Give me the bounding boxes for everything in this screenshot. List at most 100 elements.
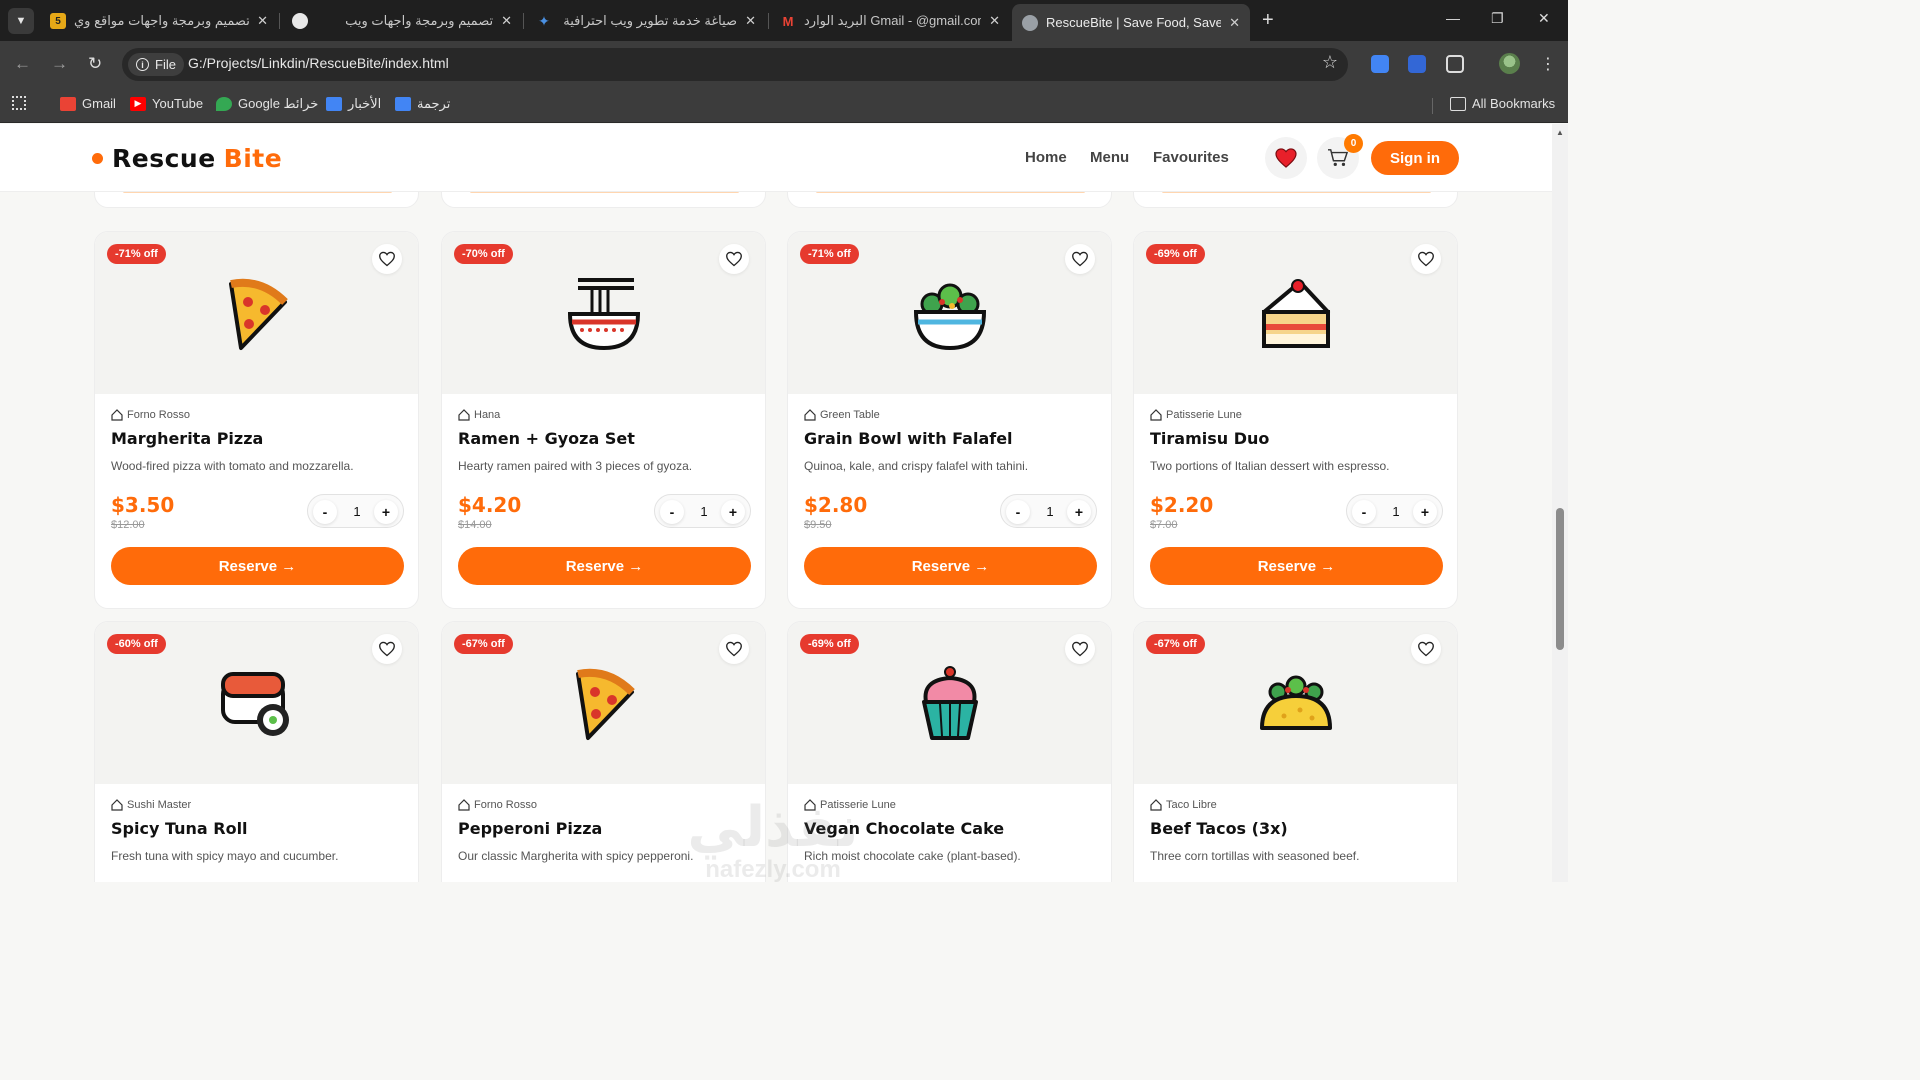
add-to-favourites-button[interactable] [1065,244,1095,274]
increase-quantity-button[interactable]: + [1067,500,1091,524]
profile-avatar[interactable] [1499,53,1520,74]
browser-tab[interactable]: 5 تصميم وبرمجة واجهات مواقع وي ✕ [40,6,278,36]
close-icon[interactable]: ✕ [257,13,268,29]
quantity-value: 1 [700,504,708,519]
close-icon[interactable]: ✕ [989,13,1000,29]
quantity-value: 1 [353,504,361,519]
tab-divider [279,13,280,29]
close-icon[interactable]: ✕ [745,13,756,29]
scrollbar-thumb[interactable] [1556,508,1564,650]
folder-icon [1450,96,1466,111]
quantity-value: 1 [1392,504,1400,519]
minimize-icon[interactable]: — [1446,10,1460,26]
nav-favourites[interactable]: Favourites [1153,149,1229,166]
product-image-area: -60% off [95,622,418,784]
heart-outline-icon [1418,641,1434,657]
apps-grid-icon[interactable] [12,96,26,110]
add-to-favourites-button[interactable] [1411,244,1441,274]
pizza-icon [576,668,635,740]
browser-tab-active[interactable]: RescueBite | Save Food, Save M ✕ [1012,4,1250,41]
bookmark-translate[interactable]: ترجمة [395,96,450,112]
watermark: نفذلي nafezly.com [668,794,878,882]
item-name: Tiramisu Duo [1150,429,1270,448]
site-info-chip[interactable]: i File [128,53,184,76]
reserve-button[interactable]: Reserve → [1150,547,1443,585]
close-icon[interactable]: ✕ [1229,15,1240,31]
decrease-quantity-button[interactable]: - [313,500,337,524]
forward-arrow-icon[interactable]: → [51,54,68,74]
ramen-icon [567,278,641,351]
page-viewport: Rescue Bite Home Menu Favourites 0 Sign … [0,124,1552,882]
bookmark-label: ترجمة [417,96,451,111]
extensions-puzzle-icon[interactable] [1446,55,1464,73]
restore-icon[interactable]: ❐ [1491,10,1504,27]
watermark-line2: nafezly.com [705,856,841,882]
taco-icon [1260,675,1332,730]
current-price: $2.20 [1150,493,1214,517]
bookmark-news[interactable]: الأخبار [326,96,381,112]
tab-search-button[interactable]: ▼ [8,8,34,34]
gmail-icon: M [782,13,794,29]
more-menu-icon[interactable]: ⋮ [1540,54,1556,74]
discount-badge: -71% off [107,244,166,264]
all-bookmarks-button[interactable]: All Bookmarks [1450,96,1555,111]
heart-outline-icon [379,251,395,267]
quantity-stepper: - 1 + [1346,494,1443,528]
scroll-up-arrow-icon[interactable]: ▲ [1556,128,1564,137]
increase-quantity-button[interactable]: + [721,500,745,524]
item-description: Our classic Margherita with spicy pepper… [458,849,694,863]
add-to-favourites-button[interactable] [719,244,749,274]
add-to-favourites-button[interactable] [1411,634,1441,664]
original-price: $12.00 [111,519,145,531]
google-translate-extension-icon[interactable] [1371,55,1389,73]
store-label: Sushi Master [127,799,192,811]
site-logo[interactable]: Rescue Bite [92,144,282,173]
bookmark-youtube[interactable]: ▶ YouTube [130,96,203,111]
add-to-favourites-button[interactable] [719,634,749,664]
reserve-button[interactable]: Reserve → [804,547,1097,585]
product-card: -69% off Patisserie Lune Tiramisu Duo Tw… [1133,231,1458,609]
add-to-favourites-button[interactable] [1065,634,1095,664]
store-name: Forno Rosso [111,409,190,421]
bookmark-gmail[interactable]: Gmail [60,96,116,111]
discount-badge: -60% off [107,634,166,654]
reserve-button[interactable]: Reserve → [458,547,751,585]
increase-quantity-button[interactable]: + [374,500,398,524]
bookmark-star-icon[interactable]: ☆ [1322,52,1338,73]
decrease-quantity-button[interactable]: - [1006,500,1030,524]
tab-divider [523,13,524,29]
browser-tab[interactable]: M البريد الوارد Gmail - @gmail.com ✕ [770,6,1010,36]
search-extension-icon[interactable] [1408,55,1426,73]
new-tab-plus-icon[interactable]: + [1262,10,1274,30]
browser-tab[interactable]: تصميم وبرمجة واجهات ويب ✕ [282,6,522,36]
reload-icon[interactable]: ↻ [88,54,102,74]
browser-toolbar: ← → ↻ i File G:/Projects/Linkdin/RescueB… [0,41,1568,88]
shopping-cart-icon [1328,149,1349,166]
add-to-favourites-button[interactable] [372,244,402,274]
storefront-icon [804,409,816,421]
increase-quantity-button[interactable]: + [1413,500,1437,524]
close-icon[interactable]: ✕ [501,13,512,29]
tab-title: البريد الوارد Gmail - @gmail.com [804,13,982,28]
browser-tab[interactable]: ✦ صياغة خدمة تطوير ويب احترافية ✕ [526,6,766,36]
decrease-quantity-button[interactable]: - [1352,500,1376,524]
url-text[interactable]: G:/Projects/Linkdin/RescueBite/index.htm… [188,55,449,71]
bookmark-label: Gmail [82,96,116,111]
nav-menu[interactable]: Menu [1090,149,1129,166]
sign-in-button[interactable]: Sign in [1371,141,1459,175]
add-to-favourites-button[interactable] [372,634,402,664]
reserve-button[interactable]: Reserve → [111,547,404,585]
discount-badge: -69% off [800,634,859,654]
globe-icon [1022,14,1038,31]
window-close-icon[interactable]: ✕ [1538,10,1550,27]
bookmark-maps[interactable]: Google خرائط [216,96,318,112]
heart-icon [1275,148,1297,168]
chatgpt-icon [292,13,308,29]
decrease-quantity-button[interactable]: - [660,500,684,524]
item-description: Two portions of Italian dessert with esp… [1150,459,1390,473]
address-bar[interactable]: i File G:/Projects/Linkdin/RescueBite/in… [122,48,1348,81]
page-scrollbar[interactable]: ▲ [1552,124,1568,882]
back-arrow-icon[interactable]: ← [14,54,31,74]
nav-home[interactable]: Home [1025,149,1067,166]
favourites-button[interactable] [1265,137,1307,179]
